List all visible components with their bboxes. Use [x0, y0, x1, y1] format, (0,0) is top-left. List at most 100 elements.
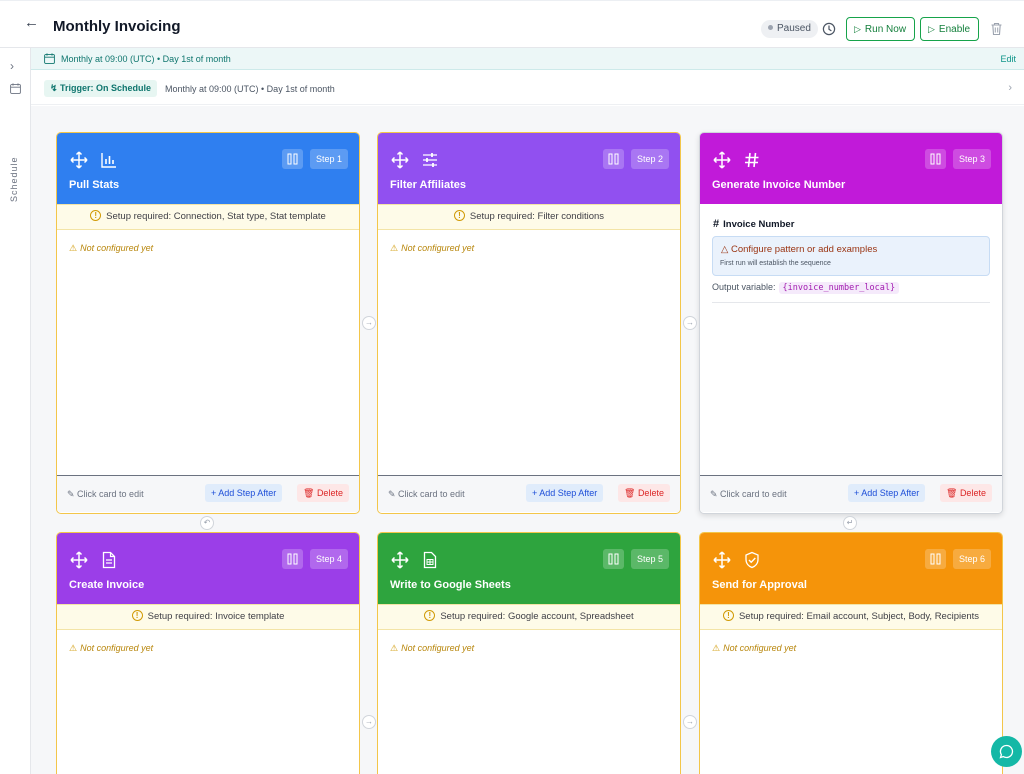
hash-icon: # — [713, 218, 720, 230]
move-icon[interactable] — [70, 551, 88, 569]
card-footer: ✎ Click card to edit + Add Step After 🗑 … — [700, 475, 1002, 512]
document-icon — [102, 551, 116, 569]
output-label: Output variable: — [712, 282, 776, 292]
calendar-icon[interactable] — [10, 83, 21, 94]
setup-text: Setup required: Connection, Stat type, S… — [106, 211, 326, 222]
card-title: Send for Approval — [712, 579, 807, 591]
not-configured-notice: ⚠ Not configured yet — [390, 243, 474, 254]
move-icon[interactable] — [391, 151, 409, 169]
pause-icon — [287, 153, 298, 165]
step-badge: Step 2 — [630, 149, 669, 169]
warning-circle-icon: ! — [722, 609, 734, 621]
add-step-after-button[interactable]: + Add Step After — [526, 484, 604, 502]
enable-button[interactable]: ▷ Enable — [920, 17, 980, 41]
step-card-create-invoice[interactable]: Step 4 Create Invoice ! Setup required: I… — [56, 532, 360, 774]
card-title: Create Invoice — [69, 579, 145, 591]
rail-label[interactable]: Schedule — [9, 152, 21, 202]
expand-chevron-icon[interactable]: › — [10, 59, 14, 73]
warning-icon: ⚠ — [390, 643, 399, 653]
run-now-button[interactable]: ▷ Run Now — [846, 17, 916, 41]
setup-required-banner: ! Setup required: Email account, Subject,… — [700, 604, 1002, 630]
divider — [712, 302, 990, 303]
pause-icon — [608, 153, 619, 165]
step-badge: Step 6 — [952, 549, 991, 569]
card-title: Write to Google Sheets — [390, 579, 511, 591]
configure-notice[interactable]: △ Configure pattern or add examples Firs… — [712, 236, 990, 276]
output-variable: Output variable: {invoice_number_local} — [712, 282, 900, 294]
chat-bubble-icon — [999, 744, 1014, 759]
chevron-right-icon[interactable]: › — [1008, 82, 1012, 94]
status-text: Not configured yet — [401, 643, 475, 653]
setup-text: Setup required: Filter conditions — [469, 211, 605, 222]
setup-required-banner: ! Setup required: Invoice template — [57, 604, 359, 630]
left-rail: › Schedule — [0, 48, 31, 774]
not-configured-notice: ⚠ Not configured yet — [69, 643, 153, 654]
pause-button[interactable] — [925, 549, 946, 569]
back-arrow-icon[interactable]: ← — [24, 15, 40, 31]
move-icon[interactable] — [70, 151, 88, 169]
status-label: Paused — [777, 23, 811, 34]
delete-button[interactable]: 🗑 Delete — [940, 484, 992, 502]
lightning-icon: ↯ — [50, 83, 61, 93]
status-text: Not configured yet — [723, 643, 797, 653]
page-title: Monthly Invoicing — [53, 18, 181, 35]
warning-circle-icon: ! — [453, 209, 465, 221]
warning-circle-icon: ! — [131, 609, 143, 621]
warning-icon: ⚠ — [69, 643, 78, 653]
move-icon[interactable] — [391, 551, 409, 569]
card-title: Generate Invoice Number — [712, 179, 846, 191]
move-icon[interactable] — [713, 151, 731, 169]
section-title-label: Invoice Number — [723, 219, 795, 230]
play-icon: ▷ — [928, 24, 935, 34]
status-text: Not configured yet — [401, 243, 475, 253]
trigger-label: Trigger: On Schedule — [60, 83, 152, 93]
pause-button[interactable] — [282, 149, 303, 169]
card-footer: ✎ Click card to edit + Add Step After 🗑 … — [378, 475, 680, 512]
not-configured-notice: ⚠ Not configured yet — [712, 643, 796, 654]
connector-arrow-icon: → — [362, 715, 376, 729]
chart-icon — [101, 153, 116, 168]
step-card-generate-invoice-number[interactable]: Step 3 Generate Invoice Number # Invoice … — [699, 132, 1003, 514]
hash-icon — [745, 152, 759, 168]
warning-icon: ⚠ — [69, 243, 78, 253]
pause-icon — [930, 153, 941, 165]
move-icon[interactable] — [713, 551, 731, 569]
step-card-write-to-google-sheets[interactable]: Step 5 Write to Google Sheets ! Setup req… — [377, 532, 681, 774]
setup-text: Setup required: Invoice template — [147, 611, 285, 622]
connector-return-icon: ↵ — [843, 516, 857, 530]
spreadsheet-icon — [423, 551, 437, 569]
delete-label: Delete — [959, 488, 986, 498]
pause-button[interactable] — [603, 149, 624, 169]
schedule-text: Monthly at 09:00 (UTC) • Day 1st of mont… — [61, 54, 231, 64]
not-configured-notice: ⚠ Not configured yet — [390, 643, 474, 654]
connector-arrow-icon: → — [683, 316, 697, 330]
clock-icon[interactable] — [822, 22, 836, 36]
pause-button[interactable] — [282, 549, 303, 569]
delete-button[interactable]: 🗑 Delete — [297, 484, 349, 502]
edit-icon: ✎ — [710, 489, 721, 499]
calendar-icon — [44, 53, 55, 64]
edit-schedule-link[interactable]: Edit — [1000, 54, 1016, 64]
step-card-send-for-approval[interactable]: Step 6 Send for Approval ! Setup required… — [699, 532, 1003, 774]
step-card-filter-affiliates[interactable]: Step 2 Filter Affiliates ! Setup required… — [377, 132, 681, 514]
add-step-after-button[interactable]: + Add Step After — [848, 484, 926, 502]
step-card-pull-stats[interactable]: Step 1 Pull Stats ! Setup required: Conne… — [56, 132, 360, 514]
step-badge: Step 4 — [309, 549, 348, 569]
chat-button[interactable] — [991, 736, 1022, 767]
pause-button[interactable] — [925, 149, 946, 169]
warning-circle-icon: ! — [90, 209, 102, 221]
edit-icon: ✎ — [67, 489, 78, 499]
card-header: Step 5 Write to Google Sheets — [378, 533, 680, 604]
pause-icon — [608, 553, 619, 565]
run-now-label: Run Now — [864, 24, 907, 35]
delete-button[interactable]: 🗑 Delete — [618, 484, 670, 502]
connector-return-icon: ↶ — [200, 516, 214, 530]
add-step-after-button[interactable]: + Add Step After — [205, 484, 283, 502]
trigger-bar[interactable]: ↯ Trigger: On Schedule Monthly at 09:00 … — [31, 71, 1024, 105]
enable-label: Enable — [938, 24, 971, 35]
trigger-description: Monthly at 09:00 (UTC) • Day 1st of mont… — [165, 84, 335, 94]
trash-icon[interactable] — [990, 22, 1003, 36]
edit-hint-label: Click card to edit — [720, 489, 787, 499]
step-badge: Step 3 — [952, 149, 991, 169]
pause-button[interactable] — [603, 549, 624, 569]
